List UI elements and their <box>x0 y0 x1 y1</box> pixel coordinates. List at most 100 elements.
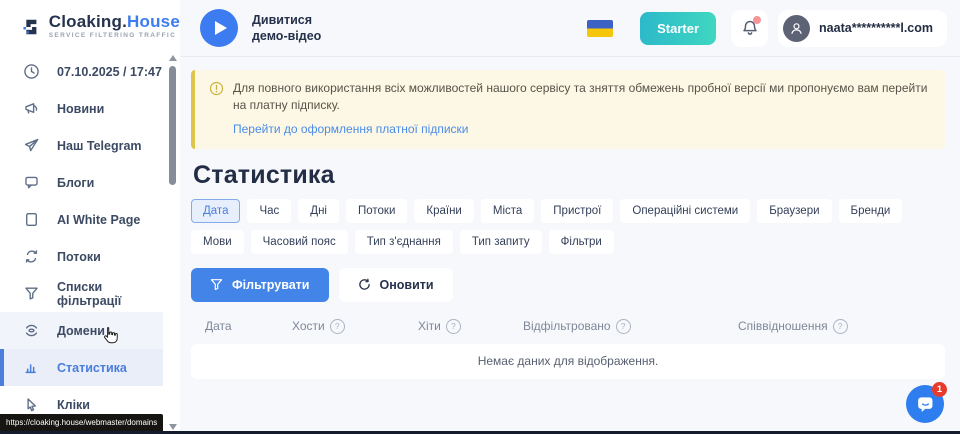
stats-tabs: Дата Час Дні Потоки Країни Міста Пристро… <box>191 199 945 254</box>
sidebar-item-label: Списки фільтрації <box>57 280 163 308</box>
filter-button-label: Фільтрувати <box>232 278 310 292</box>
scrollbar-up-arrow[interactable] <box>169 55 177 61</box>
sidebar-item-domains[interactable]: Домени <box>0 312 163 349</box>
sidebar-item-ai-white-page[interactable]: AI White Page <box>0 201 163 238</box>
demo-video-label[interactable]: Дивитися демо-відео <box>252 12 321 45</box>
notifications-button[interactable] <box>731 10 768 47</box>
column-filtered: Відфільтровано ? <box>523 319 738 334</box>
column-ratio: Співвідношення ? <box>738 319 945 334</box>
user-email: naata**********l.com <box>819 21 933 35</box>
brand-primary: Cloaking. <box>49 12 127 31</box>
tab-request-type[interactable]: Тип запиту <box>460 230 542 254</box>
tab-timezone[interactable]: Часовий пояс <box>251 230 348 254</box>
tab-days[interactable]: Дні <box>298 199 339 223</box>
chat-icon <box>915 394 936 415</box>
scrollbar-thumb[interactable] <box>169 66 176 185</box>
table-header: Дата Хости ? Хіти ? Відфільтровано ? Спі… <box>191 319 945 334</box>
page-title: Статистика <box>193 161 945 190</box>
plan-starter-button[interactable]: Starter <box>640 12 716 45</box>
sidebar-item-news[interactable]: Новини <box>0 90 163 127</box>
refresh-button-label: Оновити <box>380 278 434 292</box>
logo[interactable]: Cloaking.House SERVICE FILTERING TRAFFIC <box>0 0 180 53</box>
empty-state: Немає даних для відображення. <box>191 344 945 379</box>
funnel-icon <box>210 278 223 291</box>
upgrade-subscription-link[interactable]: Перейти до оформлення платної підписки <box>233 122 469 136</box>
scrollbar-down-arrow[interactable] <box>169 424 177 430</box>
chat-widget-button[interactable]: 1 <box>906 385 944 423</box>
tab-countries[interactable]: Країни <box>414 199 473 223</box>
tab-devices[interactable]: Пристрої <box>541 199 613 223</box>
trial-warning-banner: Для повного використання всіх можливосте… <box>191 70 945 149</box>
avatar <box>783 15 810 42</box>
chat-bubble-icon <box>23 174 40 191</box>
sidebar-item-statistics[interactable]: Статистика <box>0 349 163 386</box>
tab-time[interactable]: Час <box>247 199 291 223</box>
tab-filters[interactable]: Фільтри <box>549 230 614 254</box>
globe-icon <box>23 322 40 339</box>
play-icon <box>200 9 238 47</box>
sidebar-item-label: Домени <box>57 324 105 338</box>
sidebar-item-filter-lists[interactable]: Списки фільтрації <box>0 275 163 312</box>
tab-brands[interactable]: Бренди <box>839 199 903 223</box>
sidebar-item-label: Новини <box>57 102 104 116</box>
notification-dot <box>753 16 761 24</box>
sidebar-item-label: Кліки <box>57 398 90 412</box>
refresh-button[interactable]: Оновити <box>339 268 453 302</box>
sidebar-item-label: Статистика <box>57 361 127 375</box>
sidebar-item-label: Блоги <box>57 176 94 190</box>
paper-plane-icon <box>23 137 40 154</box>
tab-cities[interactable]: Міста <box>481 199 534 223</box>
sidebar-item-label: AI White Page <box>57 213 140 227</box>
tab-connection-type[interactable]: Тип з'єднання <box>355 230 453 254</box>
tab-flows[interactable]: Потоки <box>346 199 407 223</box>
demo-video-play-button[interactable] <box>200 9 238 47</box>
help-icon[interactable]: ? <box>330 319 345 334</box>
arrows-cycle-icon <box>23 248 40 265</box>
demo-video-label-line1: Дивитися <box>252 12 321 28</box>
sidebar-item-label: 07.10.2025 / 17:47 <box>57 65 162 79</box>
main-area: Дивитися демо-відео Starter naata*******… <box>180 0 960 434</box>
sidebar-item-flows[interactable]: Потоки <box>0 238 163 275</box>
warning-icon <box>209 81 224 96</box>
brand-accent: House <box>127 12 180 31</box>
sidebar-item-datetime: 07.10.2025 / 17:47 <box>0 53 163 90</box>
sidebar-item-telegram[interactable]: Наш Telegram <box>0 127 163 164</box>
topbar: Дивитися демо-відео Starter naata*******… <box>180 0 960 57</box>
column-hosts-label: Хости <box>292 319 325 333</box>
tab-date[interactable]: Дата <box>191 199 240 223</box>
help-icon[interactable]: ? <box>833 319 848 334</box>
tab-browsers[interactable]: Браузери <box>757 199 831 223</box>
megaphone-icon <box>23 100 40 117</box>
clock-icon <box>23 63 40 80</box>
banner-text: Для повного використання всіх можливосте… <box>233 80 931 115</box>
column-hosts: Хости ? <box>292 319 418 334</box>
brand-name: Cloaking.House <box>49 13 180 30</box>
demo-video-label-line2: демо-відео <box>252 28 321 44</box>
chat-unread-badge: 1 <box>932 382 947 397</box>
column-date-label: Дата <box>205 319 232 333</box>
sidebar-nav: 07.10.2025 / 17:47 Новини Наш Telegram Б… <box>0 53 163 423</box>
funnel-icon <box>23 285 40 302</box>
user-account-chip[interactable]: naata**********l.com <box>778 10 947 47</box>
logo-icon <box>22 14 41 40</box>
filter-button[interactable]: Фільтрувати <box>191 268 329 302</box>
sidebar-item-label: Наш Telegram <box>57 139 142 153</box>
document-icon <box>23 211 40 228</box>
browser-status-tooltip: https://cloaking.house/webmaster/domains <box>0 414 163 431</box>
sidebar-scrollbar[interactable] <box>166 55 179 430</box>
cursor-icon <box>23 396 40 413</box>
refresh-icon <box>358 278 371 291</box>
sidebar: Cloaking.House SERVICE FILTERING TRAFFIC… <box>0 0 180 434</box>
column-hits-label: Хіти <box>418 319 441 333</box>
content: Для повного використання всіх можливосте… <box>180 57 960 379</box>
bar-chart-icon <box>23 359 40 376</box>
help-icon[interactable]: ? <box>446 319 461 334</box>
language-flag-ukraine[interactable] <box>587 20 613 37</box>
sidebar-item-blogs[interactable]: Блоги <box>0 164 163 201</box>
sidebar-item-label: Потоки <box>57 250 101 264</box>
column-date: Дата <box>205 319 292 334</box>
help-icon[interactable]: ? <box>616 319 631 334</box>
column-hits: Хіти ? <box>418 319 523 334</box>
tab-languages[interactable]: Мови <box>191 230 244 254</box>
tab-operating-systems[interactable]: Операційні системи <box>620 199 750 223</box>
